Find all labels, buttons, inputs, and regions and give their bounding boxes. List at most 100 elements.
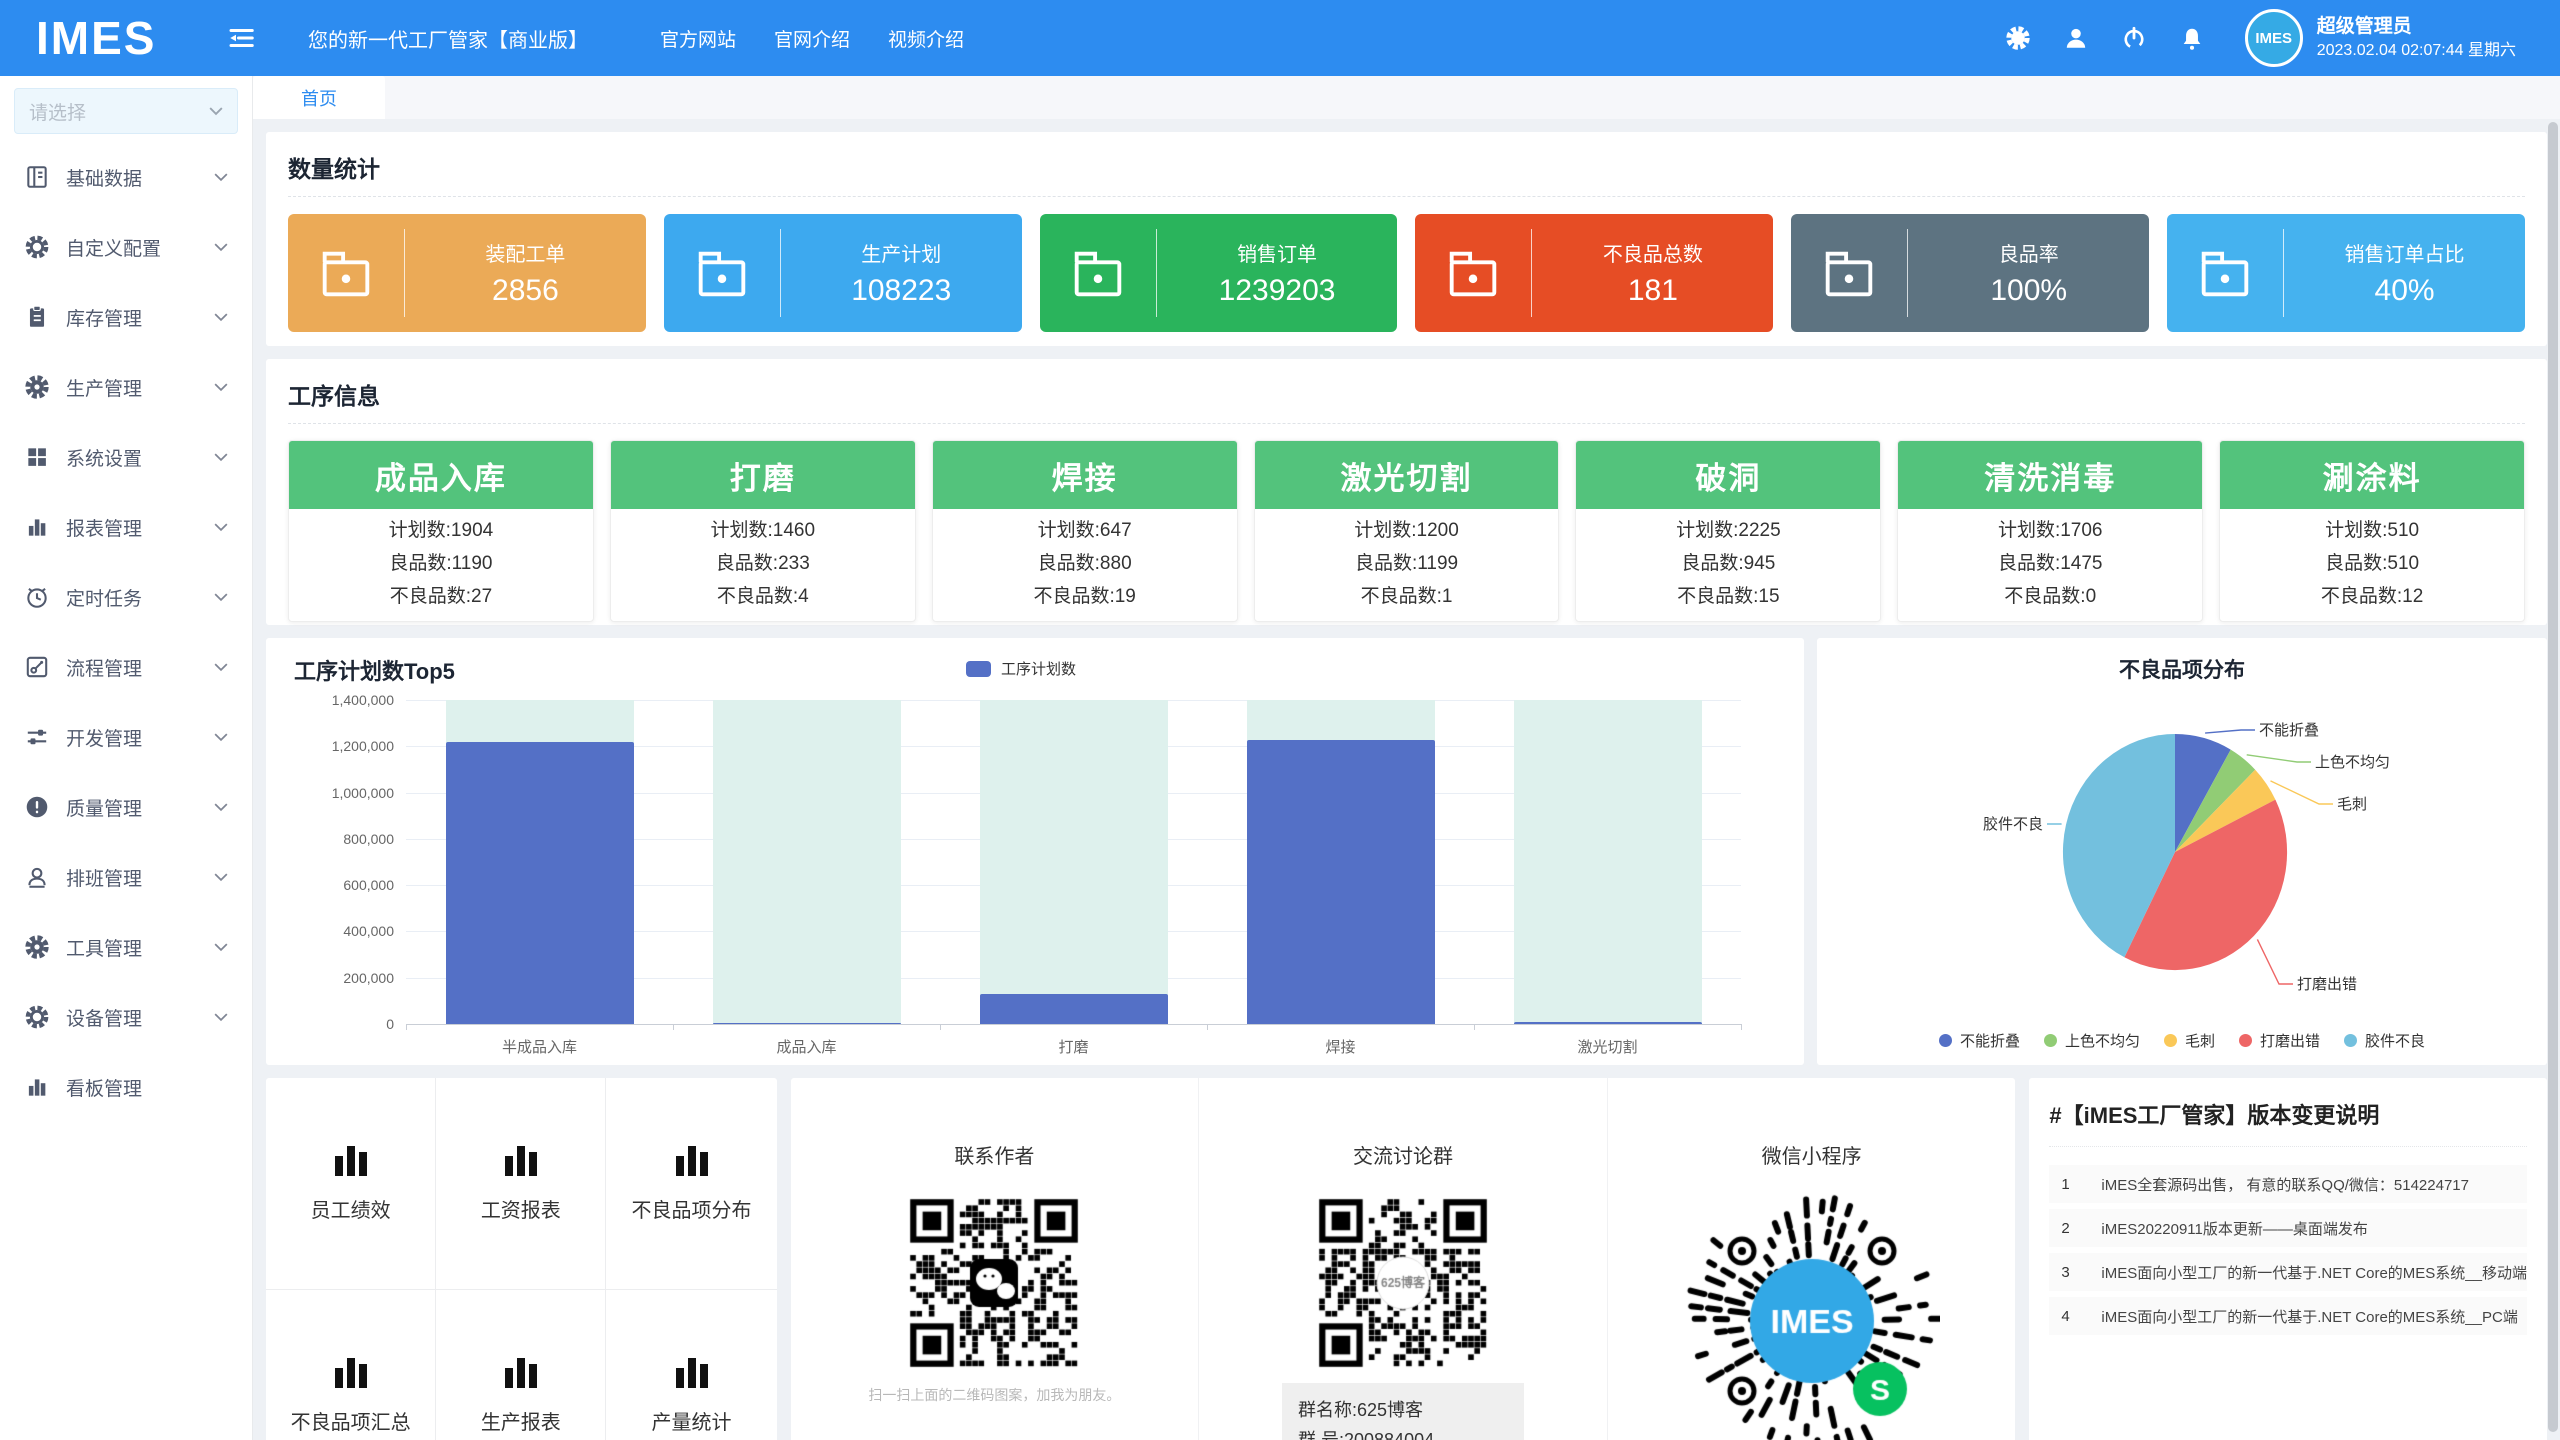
chevron-down-icon [214,592,228,602]
group-info-box: 群名称:625博客 群 号:200884004 [1282,1383,1524,1440]
report-shortcut-不良品项分布[interactable]: 不良品项分布 [606,1078,776,1290]
process-name: 成品入库 [289,441,593,509]
changelog-panel: #【iMES工厂管家】版本变更说明 1 iMES全套源码出售， 有意的联系QQ/… [2029,1078,2547,1440]
stat-card-3[interactable]: 不良品总数 181 [1415,214,1773,332]
report-label: 产量统计 [652,1406,732,1435]
pie-slice-label: 毛刺 [2337,796,2367,813]
sidebar-item-12[interactable]: 设备管理 [0,982,252,1052]
user-name: 超级管理员 [2317,14,2516,40]
nav-link-2[interactable]: 视频介绍 [888,25,964,52]
y-axis-tick-label: 1,200,000 [294,738,394,754]
tab-home[interactable]: 首页 [253,76,385,119]
report-shortcut-工资报表[interactable]: 工资报表 [436,1078,606,1290]
sidebar-item-8[interactable]: 开发管理 [0,702,252,772]
pie-legend-item-上色不均匀[interactable]: 上色不均匀 [2044,1030,2140,1051]
chevron-down-icon [214,942,228,952]
notification-icon[interactable] [2179,25,2205,51]
collapse-menu-icon[interactable] [226,23,256,53]
settings-icon[interactable] [2005,25,2031,51]
chevron-down-icon [214,872,228,882]
process-name: 焊接 [933,441,1237,509]
vertical-scrollbar[interactable] [2548,122,2558,1432]
changelog-title: #【iMES工厂管家】版本变更说明 [2049,1078,2527,1147]
pie-legend-item-不能折叠[interactable]: 不能折叠 [1939,1030,2020,1051]
bar-chart-panel: 工序计划数Top5 工序计划数 0200,000400,000600,00080… [266,638,1804,1065]
sidebar-item-10[interactable]: 排班管理 [0,842,252,912]
pie-chart: 不能折叠上色不均匀毛刺打磨出错胶件不良 [1817,638,2547,1065]
wechat-miniprogram-qr [1684,1193,1940,1440]
process-card-0: 成品入库 计划数:1904 良品数:1190 不良品数:27 [288,440,594,622]
stat-card-0[interactable]: 装配工单 2856 [288,214,646,332]
pie-chart-title: 不良品项分布 [1817,654,2547,684]
bar-焊接[interactable] [1247,740,1435,1024]
report-shortcut-不良品项汇总[interactable]: 不良品项汇总 [266,1290,436,1440]
x-axis-category-label: 焊接 [1207,1036,1474,1057]
pie-legend-item-毛刺[interactable]: 毛刺 [2164,1030,2215,1051]
chevron-down-icon [214,662,228,672]
sidebar-item-label: 系统设置 [66,444,142,471]
bar-成品入库[interactable] [713,1023,901,1024]
process-good: 良品数:233 [611,547,915,580]
changelog-row-number: 4 [2061,1308,2101,1325]
briefcase-icon [2167,214,2283,332]
process-defect: 不良品数:19 [933,580,1237,613]
power-icon[interactable] [2121,25,2147,51]
sidebar-item-1[interactable]: 自定义配置 [0,212,252,282]
sidebar-item-label: 设备管理 [66,1004,142,1031]
pie-label-leader [2271,781,2334,804]
user-icon[interactable] [2063,25,2089,51]
report-shortcut-产量统计[interactable]: 产量统计 [606,1290,776,1440]
nav-link-0[interactable]: 官方网站 [660,25,736,52]
gear-outline-icon [24,234,50,260]
sidebar-item-3[interactable]: 生产管理 [0,352,252,422]
sidebar-item-9[interactable]: 质量管理 [0,772,252,842]
group-name: 群名称:625博客 [1298,1395,1508,1425]
gear-outline-icon [24,1004,50,1030]
menu-search-select[interactable]: 请选择 [14,88,238,134]
stat-card-1[interactable]: 生产计划 108223 [664,214,1022,332]
process-card-3: 激光切割 计划数:1200 良品数:1199 不良品数:1 [1254,440,1560,622]
bar-background-band [980,700,1168,1024]
app-title: 您的新一代工厂管家【商业版】 [308,24,588,53]
bar-激光切割[interactable] [1514,1022,1702,1024]
sidebar-item-5[interactable]: 报表管理 [0,492,252,562]
sidebar-item-11[interactable]: 工具管理 [0,912,252,982]
x-axis-category-label: 成品入库 [673,1036,940,1057]
legend-dot [2044,1034,2057,1047]
sidebar-item-0[interactable]: 基础数据 [0,142,252,212]
pie-legend-item-打磨出错[interactable]: 打磨出错 [2239,1030,2320,1051]
stat-card-5[interactable]: 销售订单占比 40% [2167,214,2525,332]
sidebar-item-6[interactable]: 定时任务 [0,562,252,632]
bar-打磨[interactable] [980,994,1168,1024]
legend-swatch [966,661,991,677]
process-good: 良品数:880 [933,547,1237,580]
report-shortcut-员工绩效[interactable]: 员工绩效 [266,1078,436,1290]
qq-group-qr [1313,1193,1493,1373]
bar-chart-title: 工序计划数Top5 [294,654,455,686]
process-good: 良品数:1199 [1255,547,1559,580]
sidebar-item-13[interactable]: 看板管理 [0,1052,252,1122]
sidebar-item-2[interactable]: 库存管理 [0,282,252,352]
bar-background-band [1514,700,1702,1024]
avatar[interactable]: IMES [2245,9,2303,67]
changelog-row-1: 1 iMES全套源码出售， 有意的联系QQ/微信：514224717 [2049,1165,2527,1203]
legend-label: 胶件不良 [2365,1030,2425,1051]
alert-circle-icon [24,794,50,820]
pie-legend-item-胶件不良[interactable]: 胶件不良 [2344,1030,2425,1051]
changelog-rows: 1 iMES全套源码出售， 有意的联系QQ/微信：5142247172 iMES… [2049,1165,2527,1335]
bar-chart-legend[interactable]: 工序计划数 [966,658,1076,679]
bar-半成品入库[interactable] [446,742,634,1024]
nav-link-1[interactable]: 官网介绍 [774,25,850,52]
stat-card-2[interactable]: 销售订单 1239203 [1040,214,1398,332]
stat-card-label: 装配工单 [485,238,565,267]
process-card-5: 清洗消毒 计划数:1706 良品数:1475 不良品数:0 [1897,440,2203,622]
pie-label-leader [2247,755,2311,762]
stat-card-value: 108223 [851,274,951,308]
process-panel: 工序信息 成品入库 计划数:1904 良品数:1190 不良品数:27 打磨 计… [266,359,2547,625]
sidebar-item-7[interactable]: 流程管理 [0,632,252,702]
stat-card-4[interactable]: 良品率 100% [1791,214,2149,332]
y-axis-tick-label: 600,000 [294,877,394,893]
report-shortcut-生产报表[interactable]: 生产报表 [436,1290,606,1440]
sidebar-item-4[interactable]: 系统设置 [0,422,252,492]
y-axis-tick-label: 0 [294,1016,394,1032]
